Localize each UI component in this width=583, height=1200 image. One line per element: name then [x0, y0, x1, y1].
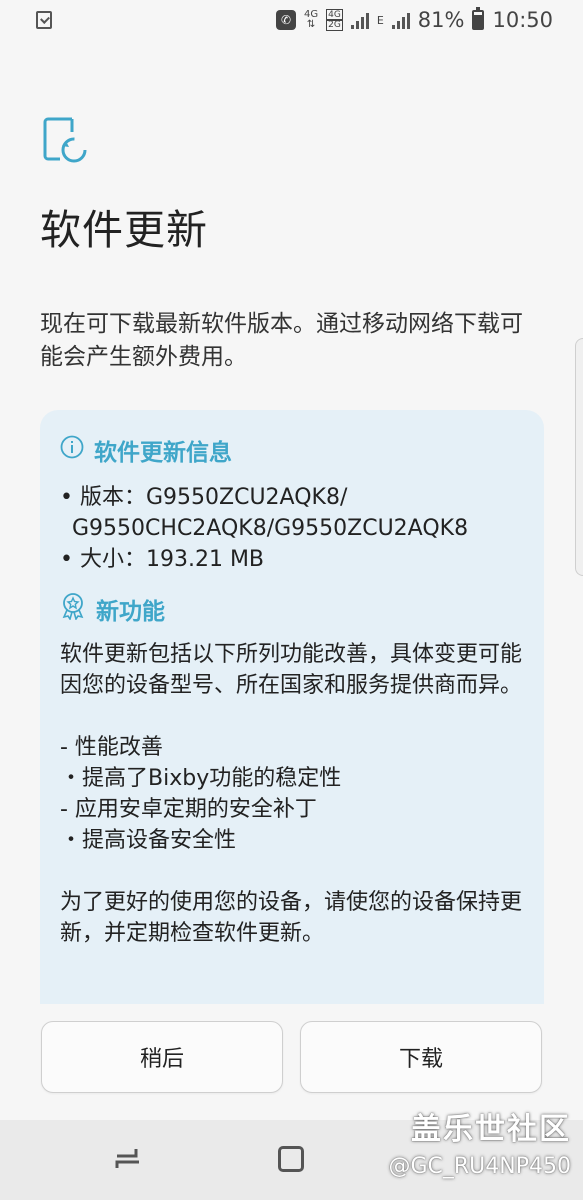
new-features-body: 软件更新包括以下所列功能改善，具体变更可能因您的设备型号、所在国家和服务提供商而… [60, 642, 523, 946]
network-dual-indicator: 4G 2G [326, 9, 343, 31]
status-bar: ✆ 4G ⇅ 4G 2G E 81% 10:50 [0, 0, 583, 40]
signal-bars-icon [350, 11, 369, 29]
download-button[interactable]: 下载 [300, 1021, 542, 1093]
community-watermark: 盖乐世社区 @GC_RU4NP450 [388, 1104, 571, 1179]
edge-panel-handle[interactable] [575, 338, 583, 576]
info-icon [60, 435, 84, 465]
signal-bars-2-icon [391, 11, 410, 29]
network-e-indicator: E [376, 14, 384, 27]
battery-percent: 81% [417, 8, 465, 32]
home-button-icon[interactable] [278, 1146, 304, 1172]
new-features-title: 新功能 [96, 599, 165, 625]
later-button[interactable]: 稍后 [41, 1021, 283, 1093]
size-line: • 大小：193.21 MB [60, 547, 265, 572]
call-icon: ✆ [276, 10, 296, 30]
clock: 10:50 [492, 8, 553, 32]
version-line: • 版本：G9550ZCU2AQK8/ [60, 485, 348, 510]
watermark-brand: 盖乐世社区 [411, 1112, 571, 1147]
notification-check-icon [36, 11, 52, 29]
version-line-continued: G9550CHC2AQK8/G9550ZCU2AQK8 [72, 516, 469, 541]
network-4g-indicator: 4G ⇅ [304, 9, 319, 30]
recent-apps-icon[interactable] [114, 1146, 142, 1176]
battery-icon [472, 7, 485, 30]
new-features-header: 新功能 [60, 591, 524, 627]
update-description: 现在可下载最新软件版本。通过移动网络下载可能会产生额外费用。 [40, 311, 523, 370]
software-update-icon [42, 116, 88, 170]
award-badge-icon [60, 592, 86, 626]
update-info-header: 软件更新信息 [60, 432, 524, 468]
update-info-title: 软件更新信息 [94, 440, 232, 466]
page-title: 软件更新 [40, 206, 208, 254]
update-info-card: 软件更新信息 • 版本：G9550ZCU2AQK8/ G9550CHC2AQK8… [40, 410, 544, 1004]
watermark-user: @GC_RU4NP450 [388, 1154, 571, 1179]
